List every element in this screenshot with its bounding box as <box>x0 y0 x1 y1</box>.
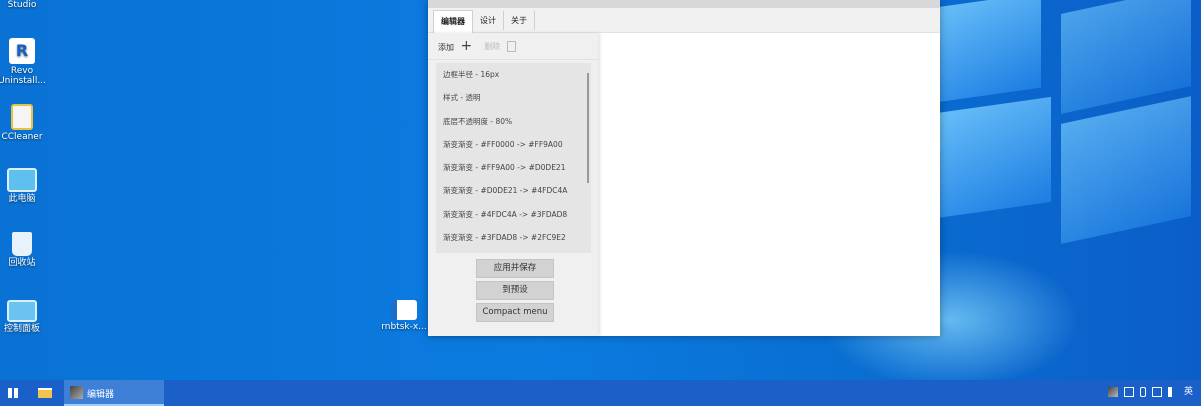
desktop-icon-ccleaner[interactable]: CCleaner <box>0 104 52 142</box>
monitor-icon[interactable] <box>1151 387 1162 397</box>
list-item[interactable]: 渐变渐变 - #3FDAD8 -> #2FC9E2 <box>436 226 591 249</box>
display-icon[interactable] <box>1123 387 1134 397</box>
apply-save-button[interactable]: 应用并保存 <box>476 259 554 278</box>
editor-toolbar: 添加 + 删除 <box>428 33 598 60</box>
file-explorer-button[interactable] <box>38 388 52 398</box>
trash-icon <box>506 40 516 52</box>
delete-button[interactable]: 删除 <box>484 40 516 52</box>
desktop-icon-label: 此电脑 <box>8 194 36 204</box>
plus-icon: + <box>460 38 473 54</box>
control-panel-icon <box>7 300 37 322</box>
tab-about[interactable]: 关于 <box>504 11 535 30</box>
recycle-bin-icon <box>12 232 32 256</box>
editor-side-panel: 添加 + 删除 边框半径 - 16px 样式 - 透明 底层不透明度 - 80%… <box>428 33 598 336</box>
tab-design[interactable]: 设计 <box>473 11 504 30</box>
revo-icon: R <box>9 38 35 64</box>
desktop-icon-this-pc[interactable]: 此电脑 <box>0 168 52 204</box>
computer-icon <box>7 168 37 192</box>
desktop-icon-revo[interactable]: R Revo Uninstall... <box>0 38 52 86</box>
ccleaner-icon <box>11 104 33 130</box>
tab-bar: 编辑器 设计 关于 <box>428 8 940 33</box>
desktop-icon-label: CCleaner <box>1 132 43 142</box>
window-titlebar[interactable] <box>428 0 940 8</box>
taskbar-app-editor[interactable]: 编辑器 <box>64 380 164 406</box>
list-item[interactable]: 渐变渐变 - #D0DE21 -> #4FDC4A <box>436 179 591 202</box>
desktop-icon-label: Revo Uninstall... <box>0 66 46 86</box>
list-item[interactable]: 渐变渐变 - #FF0000 -> #FF9A00 <box>436 133 591 156</box>
desktop-icon-rnbtsk[interactable]: rnbtsk-x... <box>374 300 434 332</box>
desktop-icon-recycle-bin[interactable]: 回收站 <box>0 232 52 268</box>
editor-window: 编辑器 设计 关于 添加 + 删除 边框半径 - 16px 样式 - 透明 底层… <box>428 0 940 336</box>
list-item[interactable]: 边框半径 - 16px <box>436 63 591 86</box>
list-item[interactable]: 渐变渐变 - #FF9A00 -> #D0DE21 <box>436 156 591 179</box>
desktop-icon-label: Studio <box>7 0 37 10</box>
windows-icon <box>8 388 18 398</box>
add-label: 添加 <box>438 43 454 52</box>
taskbar-app-label: 编辑器 <box>87 390 115 400</box>
list-item[interactable]: 样式 - 透明 <box>436 86 591 109</box>
taskbar: 编辑器 英 <box>0 380 1201 406</box>
app-icon <box>70 386 83 399</box>
input-language[interactable]: 英 <box>1184 387 1193 397</box>
system-tray: 英 <box>1107 387 1193 397</box>
list-scrollbar[interactable] <box>587 73 589 183</box>
to-preset-button[interactable]: 到预设 <box>476 281 554 300</box>
folder-icon <box>38 388 52 398</box>
desktop-icon-studio[interactable]: Studio <box>0 0 52 10</box>
desktop-icon-label: 回收站 <box>8 258 36 268</box>
app-tray-icon[interactable] <box>1107 387 1118 397</box>
add-button[interactable]: 添加 + <box>438 38 484 54</box>
list-item[interactable]: 底层不透明度 - 80% <box>436 110 591 133</box>
compact-menu-button[interactable]: Compact menu <box>476 303 554 322</box>
tab-editor[interactable]: 编辑器 <box>433 10 473 33</box>
desktop-icon-label: 控制面板 <box>3 324 40 334</box>
effects-list[interactable]: 边框半径 - 16px 样式 - 透明 底层不透明度 - 80% 渐变渐变 - … <box>436 63 591 253</box>
desktop-icon-label: rnbtsk-x... <box>381 322 427 332</box>
file-icon <box>391 300 417 320</box>
list-item[interactable]: 渐变渐变 - #4FDC4A -> #3FDAD8 <box>436 203 591 226</box>
start-button[interactable] <box>8 388 18 398</box>
delete-label: 删除 <box>484 41 501 51</box>
volume-icon[interactable] <box>1167 387 1178 397</box>
network-icon[interactable] <box>1139 387 1146 397</box>
desktop-icon-control-panel[interactable]: 控制面板 <box>0 300 52 334</box>
